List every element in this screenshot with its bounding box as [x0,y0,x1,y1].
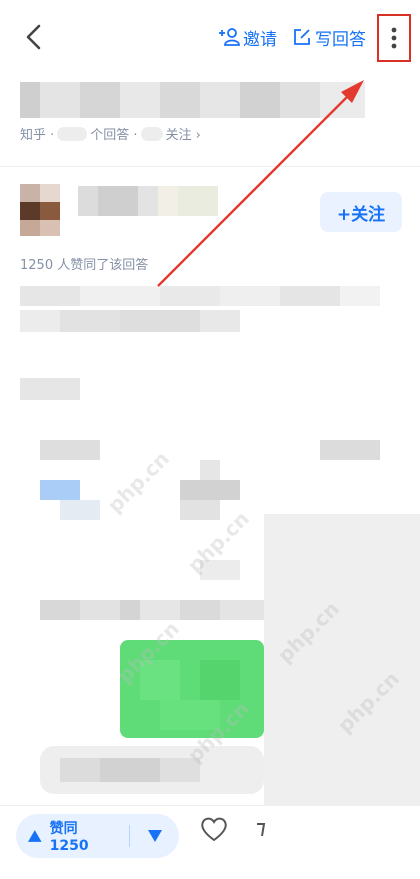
top-bar: 邀请 写回答 [0,0,420,74]
question-meta[interactable]: 知乎 · 个回答 · 关注 › [20,124,201,143]
chevron-left-icon [26,24,41,50]
heart-icon [201,817,227,842]
like-button[interactable] [199,814,229,844]
question-title-blurred[interactable] [20,82,365,118]
author-name-blurred[interactable] [78,186,218,216]
voters-count: 1250 人赞同了该回答 [20,258,149,273]
share-icon-partial[interactable] [256,822,266,838]
add-user-icon [219,28,240,46]
triangle-up-icon [28,830,42,842]
answer-bubble-blurred [40,746,264,794]
meta-blur [140,126,163,141]
divider [0,166,420,167]
author-row[interactable] [20,184,220,236]
meta-follow: 关注 › [165,128,201,143]
back-button[interactable] [18,20,52,54]
write-answer-button[interactable]: 写回答 [292,24,366,50]
downvote-button[interactable] [130,814,179,858]
avatar[interactable] [20,184,60,236]
upvote-button[interactable]: 赞同 1250 [16,814,129,858]
meta-answers: 个回答 · [90,128,138,143]
edit-icon [294,29,310,45]
vote-pill: 赞同 1250 [16,814,179,858]
answer-paragraph-blurred [20,286,400,342]
gray-overlay-panel [264,514,420,824]
follow-button[interactable]: +关注 [320,192,402,232]
invite-button[interactable]: 邀请 [218,24,277,50]
upvote-label: 赞同 1250 [49,821,89,854]
meta-source: 知乎 · [20,128,55,143]
invite-label: 邀请 [243,29,277,50]
write-answer-label: 写回答 [315,29,366,50]
meta-blur [57,126,88,141]
answer-label-blurred [320,440,380,460]
more-options-button[interactable] [377,14,411,62]
answer-line-blurred [20,378,80,400]
more-vertical-icon [391,27,397,49]
answer-image-blurred [20,420,264,580]
triangle-down-icon [147,830,162,842]
bottom-action-bar: 赞同 1250 [0,805,420,879]
